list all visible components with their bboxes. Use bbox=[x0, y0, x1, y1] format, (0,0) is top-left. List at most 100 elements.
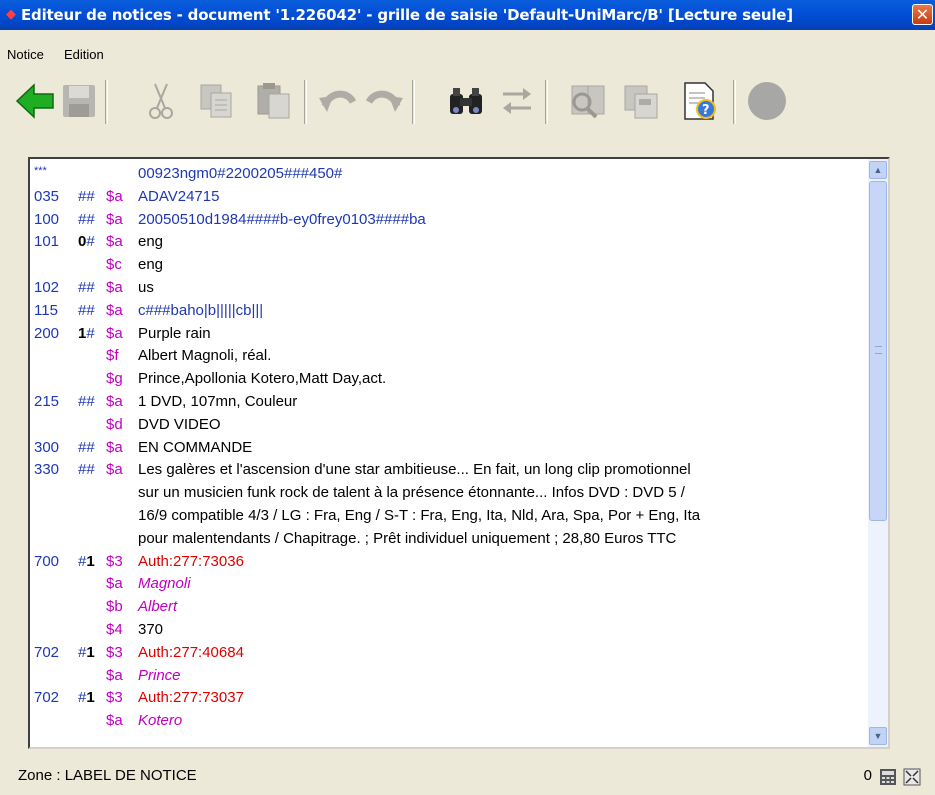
toolbar: ? bbox=[0, 74, 935, 142]
menu-notice[interactable]: Notice bbox=[7, 47, 44, 62]
cut-icon[interactable] bbox=[140, 80, 182, 122]
field-tag: 330 bbox=[34, 461, 60, 479]
record-line[interactable]: 16/9 compatible 4/3 / LG : Fra, Eng / S-… bbox=[34, 505, 866, 528]
record-line[interactable]: $a Kotero bbox=[34, 710, 866, 733]
subfield-code: $g bbox=[106, 370, 123, 388]
record-line[interactable]: $f Albert Magnoli, réal. bbox=[34, 345, 866, 368]
toolbar-separator bbox=[545, 80, 548, 124]
record-line[interactable]: 101 0# $a eng bbox=[34, 231, 866, 254]
record-line[interactable]: 700 #1 $3 Auth:277:73036 bbox=[34, 551, 866, 574]
copy-icon[interactable] bbox=[195, 80, 237, 122]
calculator-icon[interactable] bbox=[879, 768, 897, 791]
record-line[interactable]: 100 ## $a 20050510d1984####b-ey0frey0103###… bbox=[34, 209, 866, 232]
vertical-scrollbar[interactable]: ▲ ▼ bbox=[868, 159, 888, 747]
redo-icon[interactable] bbox=[362, 80, 404, 122]
save-icon[interactable] bbox=[58, 80, 100, 122]
subfield-code: $4 bbox=[106, 620, 123, 638]
field-indicators: #1 bbox=[78, 689, 95, 707]
record-line[interactable]: 102 ## $a us bbox=[34, 277, 866, 300]
close-button[interactable]: ✕ bbox=[912, 4, 933, 25]
field-indicators: ## bbox=[78, 278, 95, 296]
status-count: 0 bbox=[863, 767, 872, 784]
field-tag: 035 bbox=[34, 187, 60, 205]
find-icon[interactable] bbox=[445, 80, 487, 122]
record-line[interactable]: $a Magnoli bbox=[34, 573, 866, 596]
subfield-value: pour malentendants / Chapitrage. ; Prêt … bbox=[138, 529, 677, 547]
resize-icon[interactable] bbox=[903, 768, 921, 791]
scroll-down-icon[interactable]: ▼ bbox=[869, 727, 887, 745]
record-line[interactable]: 035 ## $a ADAV24715 bbox=[34, 186, 866, 209]
paste-icon[interactable] bbox=[252, 80, 294, 122]
subfield-value: Kotero bbox=[138, 712, 183, 730]
subfield-value: EN COMMANDE bbox=[138, 438, 253, 456]
record-editor[interactable]: *** 00923ngm0#2200205###450# 035 ## $a ADAV24… bbox=[28, 157, 890, 749]
subfield-value: ADAV24715 bbox=[138, 187, 220, 205]
subfield-value: sur un musicien funk rock de talent à la… bbox=[138, 484, 685, 502]
record-line[interactable]: *** 00923ngm0#2200205###450# bbox=[34, 163, 866, 186]
subfield-code: $c bbox=[106, 256, 122, 274]
subfield-code: $a bbox=[106, 324, 123, 342]
subfield-code: $a bbox=[106, 712, 123, 730]
subfield-code: $f bbox=[106, 347, 119, 365]
record-line[interactable]: 300 ## $a EN COMMANDE bbox=[34, 437, 866, 460]
record-line[interactable]: 702 #1 $3 Auth:277:73037 bbox=[34, 687, 866, 710]
subfield-code: $a bbox=[106, 278, 123, 296]
record-status-icon[interactable] bbox=[746, 80, 788, 122]
subfield-value: 16/9 compatible 4/3 / LG : Fra, Eng / S-… bbox=[138, 506, 701, 524]
menu-edition[interactable]: Edition bbox=[64, 47, 104, 62]
subfield-value: us bbox=[138, 278, 154, 296]
browse-icon[interactable] bbox=[567, 80, 609, 122]
subfield-code: $a bbox=[106, 301, 123, 319]
replace-icon[interactable] bbox=[496, 80, 538, 122]
scroll-thumb[interactable] bbox=[869, 181, 887, 521]
record-line[interactable]: $b Albert bbox=[34, 596, 866, 619]
back-icon[interactable] bbox=[14, 80, 56, 122]
copy-record-icon[interactable] bbox=[620, 80, 662, 122]
undo-icon[interactable] bbox=[318, 80, 360, 122]
field-indicators: 1# bbox=[78, 324, 95, 342]
field-tag: 700 bbox=[34, 552, 60, 570]
subfield-value: Albert Magnoli, réal. bbox=[138, 347, 272, 365]
field-indicators: ## bbox=[78, 461, 95, 479]
subfield-value: Auth:277:73037 bbox=[138, 689, 244, 707]
field-indicators: ## bbox=[78, 392, 95, 410]
subfield-value: DVD VIDEO bbox=[138, 415, 221, 433]
record-line[interactable]: 115 ## $a c###baho|b|||||cb||| bbox=[34, 300, 866, 323]
record-line[interactable]: 215 ## $a 1 DVD, 107mn, Couleur bbox=[34, 391, 866, 414]
title-bar: ◆ Editeur de notices - document '1.22604… bbox=[0, 0, 935, 30]
field-tag: 101 bbox=[34, 233, 60, 251]
help-document-icon[interactable]: ? bbox=[678, 80, 720, 122]
record-line[interactable]: $d DVD VIDEO bbox=[34, 414, 866, 437]
subfield-value: Auth:277:73036 bbox=[138, 552, 244, 570]
record-line[interactable]: $a Prince bbox=[34, 665, 866, 688]
subfield-value: Prince,Apollonia Kotero,Matt Day,act. bbox=[138, 370, 387, 388]
subfield-code: $a bbox=[106, 666, 123, 684]
field-tag: 100 bbox=[34, 210, 60, 228]
field-indicators: 0# bbox=[78, 233, 95, 251]
leader-marker: *** bbox=[34, 165, 47, 177]
record-line[interactable]: $c eng bbox=[34, 254, 866, 277]
record-line[interactable]: $g Prince,Apollonia Kotero,Matt Day,act. bbox=[34, 368, 866, 391]
subfield-code: $a bbox=[106, 210, 123, 228]
field-indicators: ## bbox=[78, 187, 95, 205]
subfield-code: $a bbox=[106, 575, 123, 593]
subfield-value: Albert bbox=[138, 598, 178, 616]
record-line[interactable]: pour malentendants / Chapitrage. ; Prêt … bbox=[34, 528, 866, 551]
record-line[interactable]: 200 1# $a Purple rain bbox=[34, 323, 866, 346]
record-line[interactable]: 702 #1 $3 Auth:277:40684 bbox=[34, 642, 866, 665]
record-line[interactable]: 330 ## $a Les galères et l'ascension d'une… bbox=[34, 459, 866, 482]
record-lines: *** 00923ngm0#2200205###450# 035 ## $a ADAV24… bbox=[34, 163, 866, 733]
record-line[interactable]: sur un musicien funk rock de talent à la… bbox=[34, 482, 866, 505]
subfield-code: $a bbox=[106, 233, 123, 251]
field-indicators: ## bbox=[78, 438, 95, 456]
scroll-up-icon[interactable]: ▲ bbox=[869, 161, 887, 179]
svg-text:?: ? bbox=[702, 103, 710, 118]
subfield-value: Les galères et l'ascension d'une star am… bbox=[138, 461, 691, 479]
leader-value: 00923ngm0#2200205###450# bbox=[138, 165, 343, 182]
toolbar-separator bbox=[733, 80, 736, 124]
record-line[interactable]: $4 370 bbox=[34, 619, 866, 642]
field-tag: 300 bbox=[34, 438, 60, 456]
subfield-code: $a bbox=[106, 438, 123, 456]
subfield-code: $d bbox=[106, 415, 123, 433]
app-icon: ◆ bbox=[6, 7, 16, 22]
